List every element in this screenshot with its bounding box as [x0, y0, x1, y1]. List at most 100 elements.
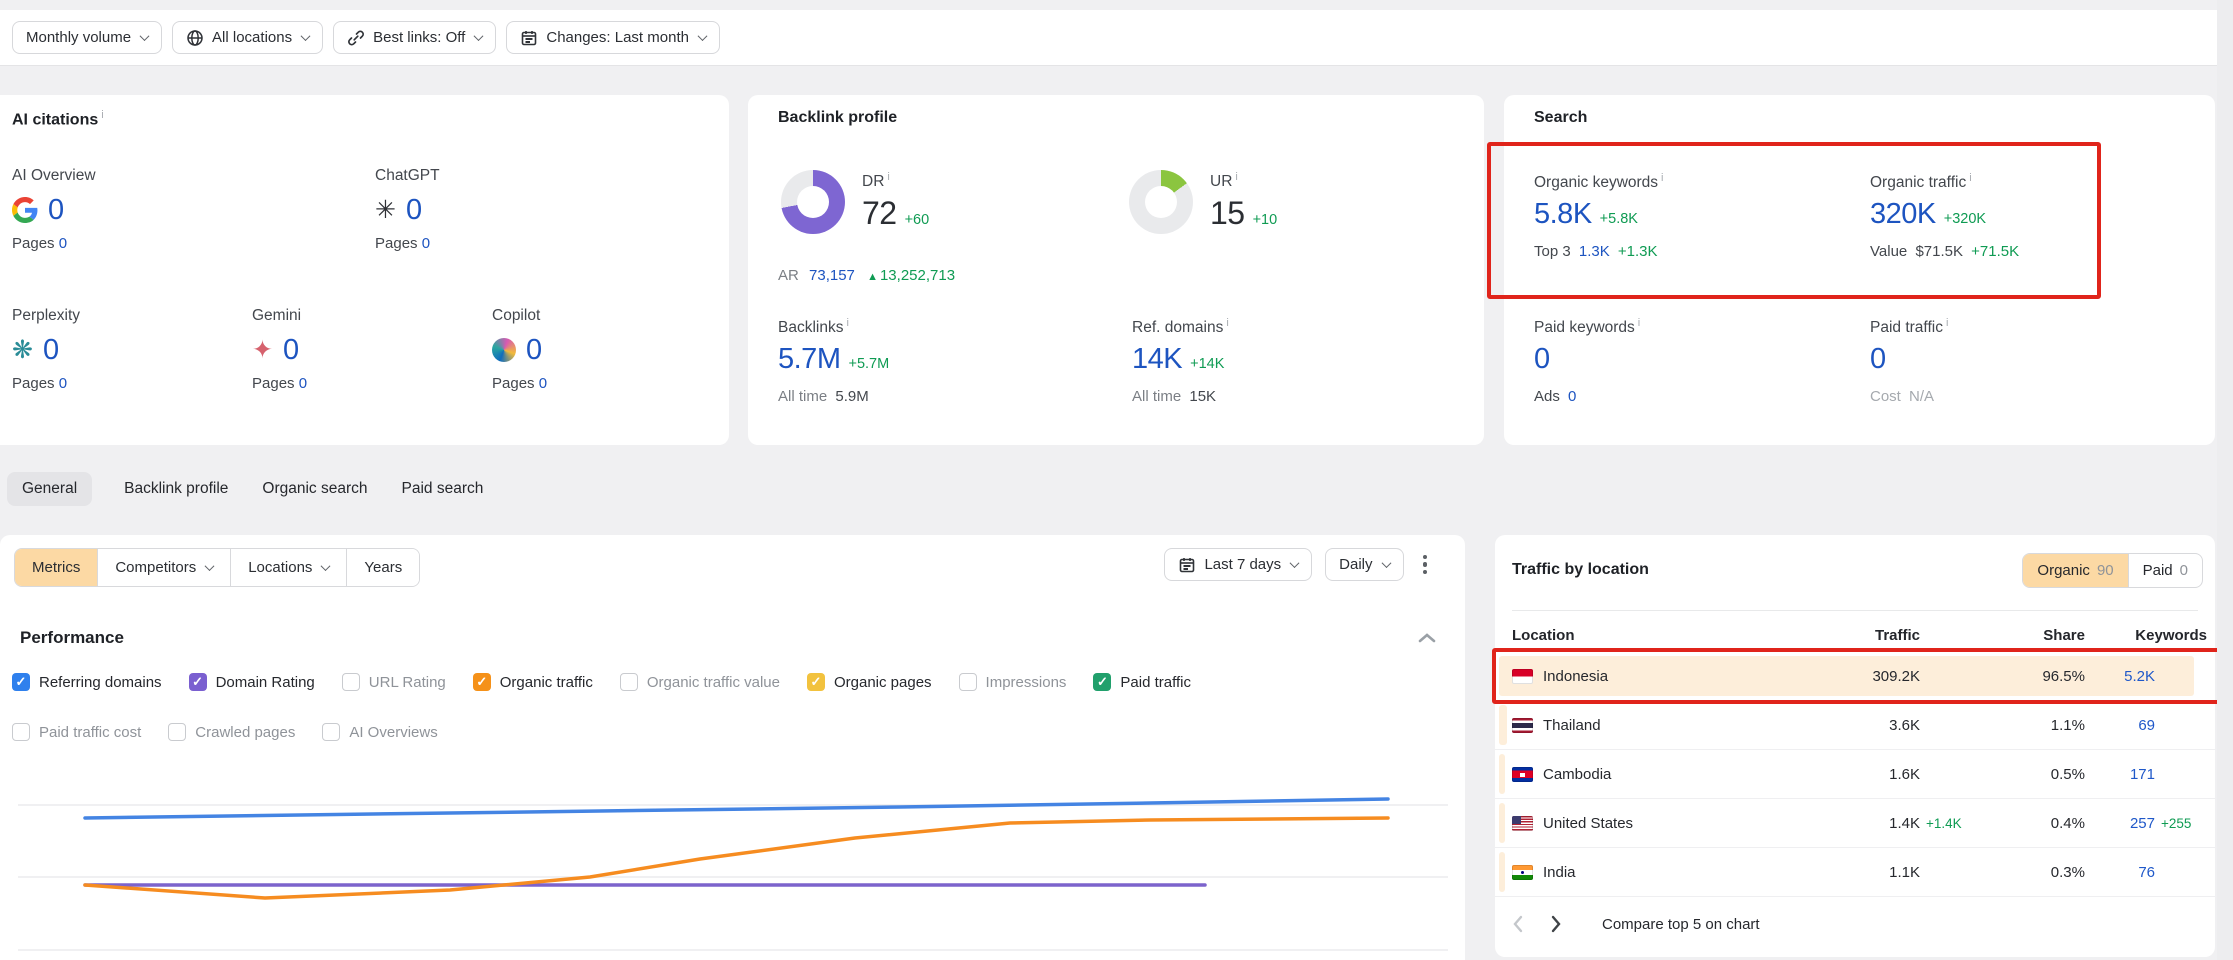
- granularity-dropdown[interactable]: Daily: [1325, 548, 1403, 581]
- toggle-organic[interactable]: Organic90: [2023, 554, 2128, 587]
- column-share[interactable]: Share: [1990, 627, 2085, 644]
- collapse-chevron-up-icon[interactable]: [1418, 631, 1436, 649]
- ref-domains-value[interactable]: 14K: [1132, 343, 1182, 375]
- info-icon[interactable]: [1226, 317, 1228, 329]
- table-row-cambodia[interactable]: Cambodia 1.6K 0.5% 171: [1495, 750, 2215, 799]
- checkbox-box[interactable]: [1093, 673, 1111, 691]
- info-icon[interactable]: [101, 109, 103, 121]
- checkbox-organic-traffic-value[interactable]: Organic traffic value: [620, 673, 780, 691]
- top3-delta: +1.3K: [1618, 243, 1658, 260]
- value-value: $71.5K: [1915, 243, 1963, 260]
- keywords-link[interactable]: 5.2K: [2085, 668, 2155, 685]
- checkbox-domain-rating[interactable]: Domain Rating: [189, 673, 315, 691]
- top3-value[interactable]: 1.3K: [1579, 243, 1610, 260]
- backlinks-block: Backlinks 5.7M+5.7M All time 5.9M: [778, 317, 889, 405]
- next-page-chevron-right-icon[interactable]: [1550, 915, 1562, 933]
- info-icon[interactable]: [1638, 317, 1640, 329]
- checkbox-box[interactable]: [473, 673, 491, 691]
- copilot-icon: [492, 338, 516, 362]
- info-icon[interactable]: [1661, 172, 1663, 184]
- checkbox-url-rating[interactable]: URL Rating: [342, 673, 446, 691]
- paid-keywords-value[interactable]: 0: [1534, 343, 1550, 375]
- engine-value[interactable]: 0: [43, 334, 59, 367]
- segment-years[interactable]: Years: [347, 549, 419, 586]
- engine-value[interactable]: 0: [526, 334, 542, 367]
- share-value: 0.4%: [1990, 815, 2085, 832]
- checkbox-organic-pages[interactable]: Organic pages: [807, 673, 932, 691]
- keywords-link[interactable]: 76: [2085, 864, 2155, 881]
- paid-traffic-value[interactable]: 0: [1870, 343, 1886, 375]
- segment-locations[interactable]: Locations: [231, 549, 347, 586]
- info-icon[interactable]: [846, 317, 848, 329]
- engine-ai-overview: AI Overview 0 Pages 0: [12, 167, 96, 252]
- table-row-thailand[interactable]: Thailand 3.6K 1.1% 69: [1495, 701, 2215, 750]
- cost-label: Cost: [1870, 388, 1901, 405]
- info-icon[interactable]: [1235, 171, 1237, 183]
- tab-backlink-profile[interactable]: Backlink profile: [122, 472, 230, 506]
- prev-page-chevron-left-icon[interactable]: [1512, 915, 1524, 933]
- segment-metrics[interactable]: Metrics: [15, 549, 98, 586]
- checkbox-box[interactable]: [322, 723, 340, 741]
- info-icon[interactable]: [1969, 172, 1971, 184]
- column-keywords[interactable]: Keywords: [2085, 627, 2207, 644]
- table-row-indonesia[interactable]: Indonesia 309.2K 96.5% 5.2K: [1495, 652, 2215, 701]
- organic-traffic-value[interactable]: 320K: [1870, 198, 1936, 230]
- table-row-india[interactable]: India 1.1K 0.3% 76: [1495, 848, 2215, 897]
- checkbox-ai-overviews[interactable]: AI Overviews: [322, 723, 437, 741]
- share-bar: [1499, 705, 1507, 745]
- info-icon[interactable]: [887, 171, 889, 183]
- checkbox-referring-domains[interactable]: Referring domains: [12, 673, 162, 691]
- checkbox-box[interactable]: [12, 673, 30, 691]
- checkbox-box[interactable]: [959, 673, 977, 691]
- checkbox-crawled-pages[interactable]: Crawled pages: [168, 723, 295, 741]
- checkbox-box[interactable]: [620, 673, 638, 691]
- pages-value[interactable]: 0: [59, 375, 67, 392]
- pages-value[interactable]: 0: [299, 375, 307, 392]
- paid-keywords-label: Paid keywords: [1534, 319, 1635, 336]
- column-traffic[interactable]: Traffic: [1830, 627, 1920, 644]
- organic-keywords-value[interactable]: 5.8K: [1534, 198, 1592, 230]
- checkbox-box[interactable]: [342, 673, 360, 691]
- share-bar: [1499, 803, 1505, 843]
- keywords-link[interactable]: 69: [2085, 717, 2155, 734]
- table-row-united-states[interactable]: United States 1.4K +1.4K 0.4% 257 +255: [1495, 799, 2215, 848]
- engine-value[interactable]: 0: [48, 194, 64, 227]
- checkbox-organic-traffic[interactable]: Organic traffic: [473, 673, 593, 691]
- organic-keywords-label: Organic keywords: [1534, 174, 1658, 191]
- compare-top5-label[interactable]: Compare top 5 on chart: [1602, 916, 1760, 933]
- checkbox-box[interactable]: [12, 723, 30, 741]
- tab-general[interactable]: General: [7, 472, 92, 506]
- organic-keywords-delta: +5.8K: [1600, 211, 1638, 227]
- checkbox-paid-traffic[interactable]: Paid traffic: [1093, 673, 1191, 691]
- pages-value[interactable]: 0: [59, 235, 67, 252]
- pages-value[interactable]: 0: [422, 235, 430, 252]
- best-links-dropdown[interactable]: Best links: Off: [333, 21, 496, 54]
- engine-value[interactable]: 0: [406, 194, 422, 227]
- checkbox-box[interactable]: [189, 673, 207, 691]
- engine-value[interactable]: 0: [283, 334, 299, 367]
- performance-line-chart[interactable]: [0, 790, 1465, 960]
- value-delta: +71.5K: [1971, 243, 2019, 260]
- checkbox-impressions[interactable]: Impressions: [959, 673, 1067, 691]
- kebab-menu-icon[interactable]: [1417, 549, 1434, 581]
- locations-dropdown[interactable]: All locations: [172, 21, 323, 54]
- backlinks-value[interactable]: 5.7M: [778, 343, 840, 375]
- tab-organic-search[interactable]: Organic search: [260, 472, 369, 506]
- column-location[interactable]: Location: [1512, 627, 1830, 644]
- keywords-link[interactable]: 171: [2085, 766, 2155, 783]
- ar-value[interactable]: 73,157: [809, 267, 855, 284]
- date-range-dropdown[interactable]: Last 7 days: [1164, 548, 1312, 581]
- top3-label: Top 3: [1534, 243, 1571, 260]
- checkbox-box[interactable]: [168, 723, 186, 741]
- ads-value[interactable]: 0: [1568, 388, 1576, 405]
- segment-competitors[interactable]: Competitors: [98, 549, 231, 586]
- keywords-link[interactable]: 257: [2085, 815, 2155, 832]
- toggle-paid[interactable]: Paid0: [2129, 554, 2202, 587]
- info-icon[interactable]: [1946, 317, 1948, 329]
- monthly-volume-dropdown[interactable]: Monthly volume: [12, 21, 162, 54]
- checkbox-box[interactable]: [807, 673, 825, 691]
- checkbox-paid-traffic-cost[interactable]: Paid traffic cost: [12, 723, 141, 741]
- pages-value[interactable]: 0: [539, 375, 547, 392]
- tab-paid-search[interactable]: Paid search: [400, 472, 486, 506]
- changes-dropdown[interactable]: Changes: Last month: [506, 21, 720, 54]
